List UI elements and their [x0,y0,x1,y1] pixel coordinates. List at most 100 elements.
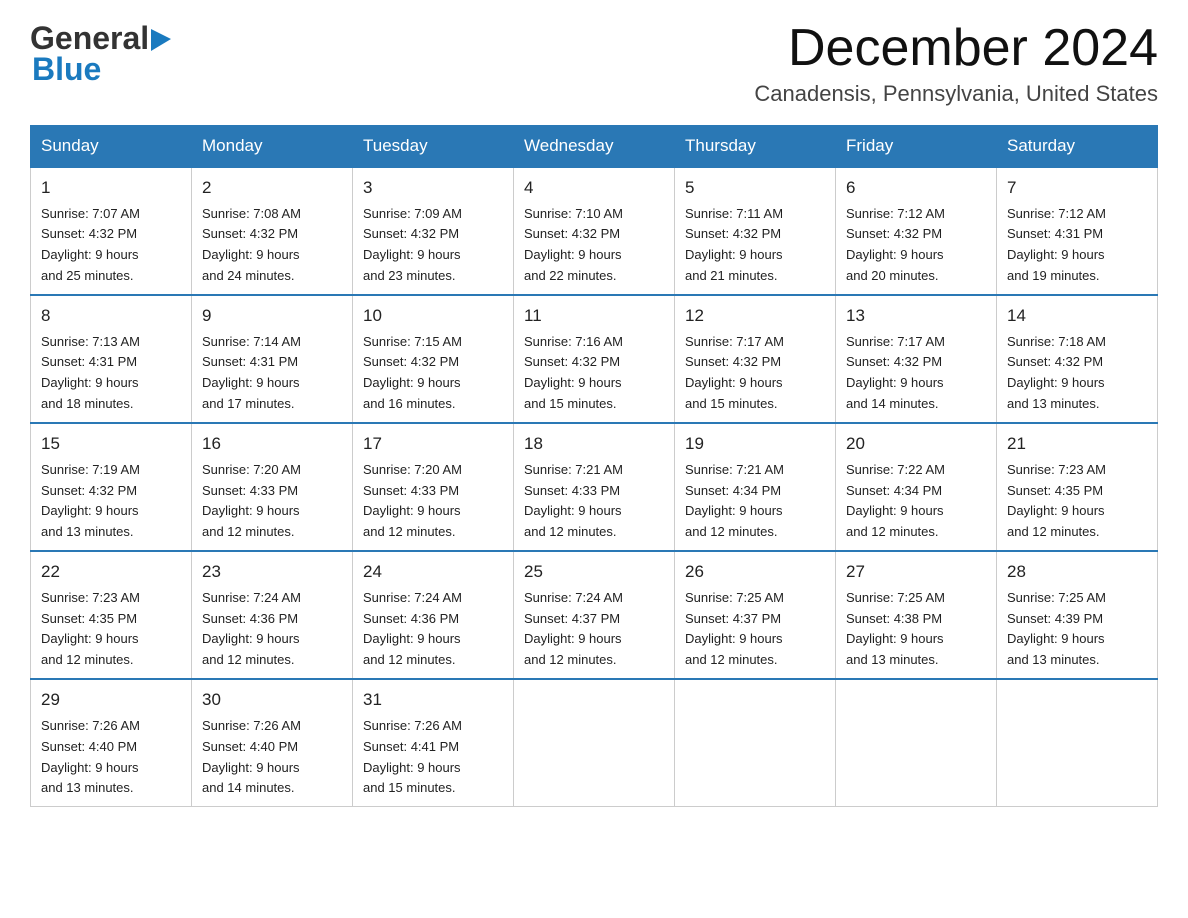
day-info: Sunrise: 7:25 AMSunset: 4:39 PMDaylight:… [1007,590,1106,668]
day-info: Sunrise: 7:25 AMSunset: 4:37 PMDaylight:… [685,590,784,668]
calendar-day-cell: 15 Sunrise: 7:19 AMSunset: 4:32 PMDaylig… [31,423,192,551]
calendar-week-row: 1 Sunrise: 7:07 AMSunset: 4:32 PMDayligh… [31,167,1158,295]
day-number: 30 [202,687,342,713]
day-info: Sunrise: 7:16 AMSunset: 4:32 PMDaylight:… [524,334,623,412]
day-number: 7 [1007,175,1147,201]
day-number: 15 [41,431,181,457]
weekday-header-monday: Monday [192,126,353,168]
day-info: Sunrise: 7:26 AMSunset: 4:40 PMDaylight:… [202,718,301,796]
calendar-day-cell: 20 Sunrise: 7:22 AMSunset: 4:34 PMDaylig… [836,423,997,551]
title-area: December 2024 Canadensis, Pennsylvania, … [754,20,1158,107]
calendar-week-row: 15 Sunrise: 7:19 AMSunset: 4:32 PMDaylig… [31,423,1158,551]
day-info: Sunrise: 7:22 AMSunset: 4:34 PMDaylight:… [846,462,945,540]
day-number: 20 [846,431,986,457]
calendar-day-cell: 12 Sunrise: 7:17 AMSunset: 4:32 PMDaylig… [675,295,836,423]
day-info: Sunrise: 7:09 AMSunset: 4:32 PMDaylight:… [363,206,462,284]
day-info: Sunrise: 7:23 AMSunset: 4:35 PMDaylight:… [1007,462,1106,540]
calendar-day-cell [675,679,836,807]
day-number: 2 [202,175,342,201]
calendar-day-cell: 30 Sunrise: 7:26 AMSunset: 4:40 PMDaylig… [192,679,353,807]
day-number: 24 [363,559,503,585]
calendar-day-cell: 25 Sunrise: 7:24 AMSunset: 4:37 PMDaylig… [514,551,675,679]
day-info: Sunrise: 7:17 AMSunset: 4:32 PMDaylight:… [846,334,945,412]
day-info: Sunrise: 7:08 AMSunset: 4:32 PMDaylight:… [202,206,301,284]
day-info: Sunrise: 7:21 AMSunset: 4:34 PMDaylight:… [685,462,784,540]
day-number: 8 [41,303,181,329]
weekday-header-tuesday: Tuesday [353,126,514,168]
calendar-day-cell: 8 Sunrise: 7:13 AMSunset: 4:31 PMDayligh… [31,295,192,423]
month-title: December 2024 [754,20,1158,77]
calendar-day-cell [997,679,1158,807]
calendar-day-cell: 23 Sunrise: 7:24 AMSunset: 4:36 PMDaylig… [192,551,353,679]
calendar-day-cell: 1 Sunrise: 7:07 AMSunset: 4:32 PMDayligh… [31,167,192,295]
weekday-header-friday: Friday [836,126,997,168]
day-info: Sunrise: 7:26 AMSunset: 4:40 PMDaylight:… [41,718,140,796]
calendar-day-cell: 22 Sunrise: 7:23 AMSunset: 4:35 PMDaylig… [31,551,192,679]
calendar-day-cell: 7 Sunrise: 7:12 AMSunset: 4:31 PMDayligh… [997,167,1158,295]
calendar-day-cell [836,679,997,807]
day-info: Sunrise: 7:12 AMSunset: 4:32 PMDaylight:… [846,206,945,284]
page-header: General Blue December 2024 Canadensis, P… [30,20,1158,107]
day-info: Sunrise: 7:17 AMSunset: 4:32 PMDaylight:… [685,334,784,412]
calendar-day-cell: 29 Sunrise: 7:26 AMSunset: 4:40 PMDaylig… [31,679,192,807]
weekday-header-saturday: Saturday [997,126,1158,168]
day-number: 18 [524,431,664,457]
calendar-day-cell: 28 Sunrise: 7:25 AMSunset: 4:39 PMDaylig… [997,551,1158,679]
day-info: Sunrise: 7:20 AMSunset: 4:33 PMDaylight:… [202,462,301,540]
calendar-day-cell: 24 Sunrise: 7:24 AMSunset: 4:36 PMDaylig… [353,551,514,679]
calendar-day-cell: 18 Sunrise: 7:21 AMSunset: 4:33 PMDaylig… [514,423,675,551]
day-number: 6 [846,175,986,201]
day-number: 12 [685,303,825,329]
day-info: Sunrise: 7:20 AMSunset: 4:33 PMDaylight:… [363,462,462,540]
logo-blue: Blue [30,51,101,88]
day-number: 9 [202,303,342,329]
calendar-day-cell: 27 Sunrise: 7:25 AMSunset: 4:38 PMDaylig… [836,551,997,679]
day-number: 28 [1007,559,1147,585]
calendar-day-cell: 14 Sunrise: 7:18 AMSunset: 4:32 PMDaylig… [997,295,1158,423]
calendar-day-cell: 26 Sunrise: 7:25 AMSunset: 4:37 PMDaylig… [675,551,836,679]
calendar-day-cell: 11 Sunrise: 7:16 AMSunset: 4:32 PMDaylig… [514,295,675,423]
day-info: Sunrise: 7:15 AMSunset: 4:32 PMDaylight:… [363,334,462,412]
day-info: Sunrise: 7:19 AMSunset: 4:32 PMDaylight:… [41,462,140,540]
day-number: 16 [202,431,342,457]
day-number: 10 [363,303,503,329]
calendar-table: SundayMondayTuesdayWednesdayThursdayFrid… [30,125,1158,807]
location-title: Canadensis, Pennsylvania, United States [754,81,1158,107]
calendar-week-row: 22 Sunrise: 7:23 AMSunset: 4:35 PMDaylig… [31,551,1158,679]
calendar-day-cell: 19 Sunrise: 7:21 AMSunset: 4:34 PMDaylig… [675,423,836,551]
calendar-week-row: 29 Sunrise: 7:26 AMSunset: 4:40 PMDaylig… [31,679,1158,807]
weekday-header-row: SundayMondayTuesdayWednesdayThursdayFrid… [31,126,1158,168]
day-info: Sunrise: 7:23 AMSunset: 4:35 PMDaylight:… [41,590,140,668]
day-info: Sunrise: 7:11 AMSunset: 4:32 PMDaylight:… [685,206,783,284]
day-info: Sunrise: 7:12 AMSunset: 4:31 PMDaylight:… [1007,206,1106,284]
calendar-day-cell: 4 Sunrise: 7:10 AMSunset: 4:32 PMDayligh… [514,167,675,295]
day-number: 27 [846,559,986,585]
day-number: 5 [685,175,825,201]
day-number: 3 [363,175,503,201]
calendar-day-cell: 17 Sunrise: 7:20 AMSunset: 4:33 PMDaylig… [353,423,514,551]
day-info: Sunrise: 7:24 AMSunset: 4:36 PMDaylight:… [202,590,301,668]
calendar-day-cell: 16 Sunrise: 7:20 AMSunset: 4:33 PMDaylig… [192,423,353,551]
day-number: 4 [524,175,664,201]
day-number: 31 [363,687,503,713]
logo-triangle-icon [151,29,171,51]
day-number: 25 [524,559,664,585]
weekday-header-wednesday: Wednesday [514,126,675,168]
day-number: 17 [363,431,503,457]
day-info: Sunrise: 7:13 AMSunset: 4:31 PMDaylight:… [41,334,140,412]
calendar-week-row: 8 Sunrise: 7:13 AMSunset: 4:31 PMDayligh… [31,295,1158,423]
calendar-day-cell: 9 Sunrise: 7:14 AMSunset: 4:31 PMDayligh… [192,295,353,423]
logo: General Blue [30,20,171,88]
day-number: 19 [685,431,825,457]
day-number: 13 [846,303,986,329]
day-number: 23 [202,559,342,585]
day-info: Sunrise: 7:21 AMSunset: 4:33 PMDaylight:… [524,462,623,540]
calendar-day-cell [514,679,675,807]
day-info: Sunrise: 7:07 AMSunset: 4:32 PMDaylight:… [41,206,140,284]
day-info: Sunrise: 7:14 AMSunset: 4:31 PMDaylight:… [202,334,301,412]
weekday-header-sunday: Sunday [31,126,192,168]
weekday-header-thursday: Thursday [675,126,836,168]
day-info: Sunrise: 7:25 AMSunset: 4:38 PMDaylight:… [846,590,945,668]
day-number: 11 [524,303,664,329]
calendar-day-cell: 31 Sunrise: 7:26 AMSunset: 4:41 PMDaylig… [353,679,514,807]
